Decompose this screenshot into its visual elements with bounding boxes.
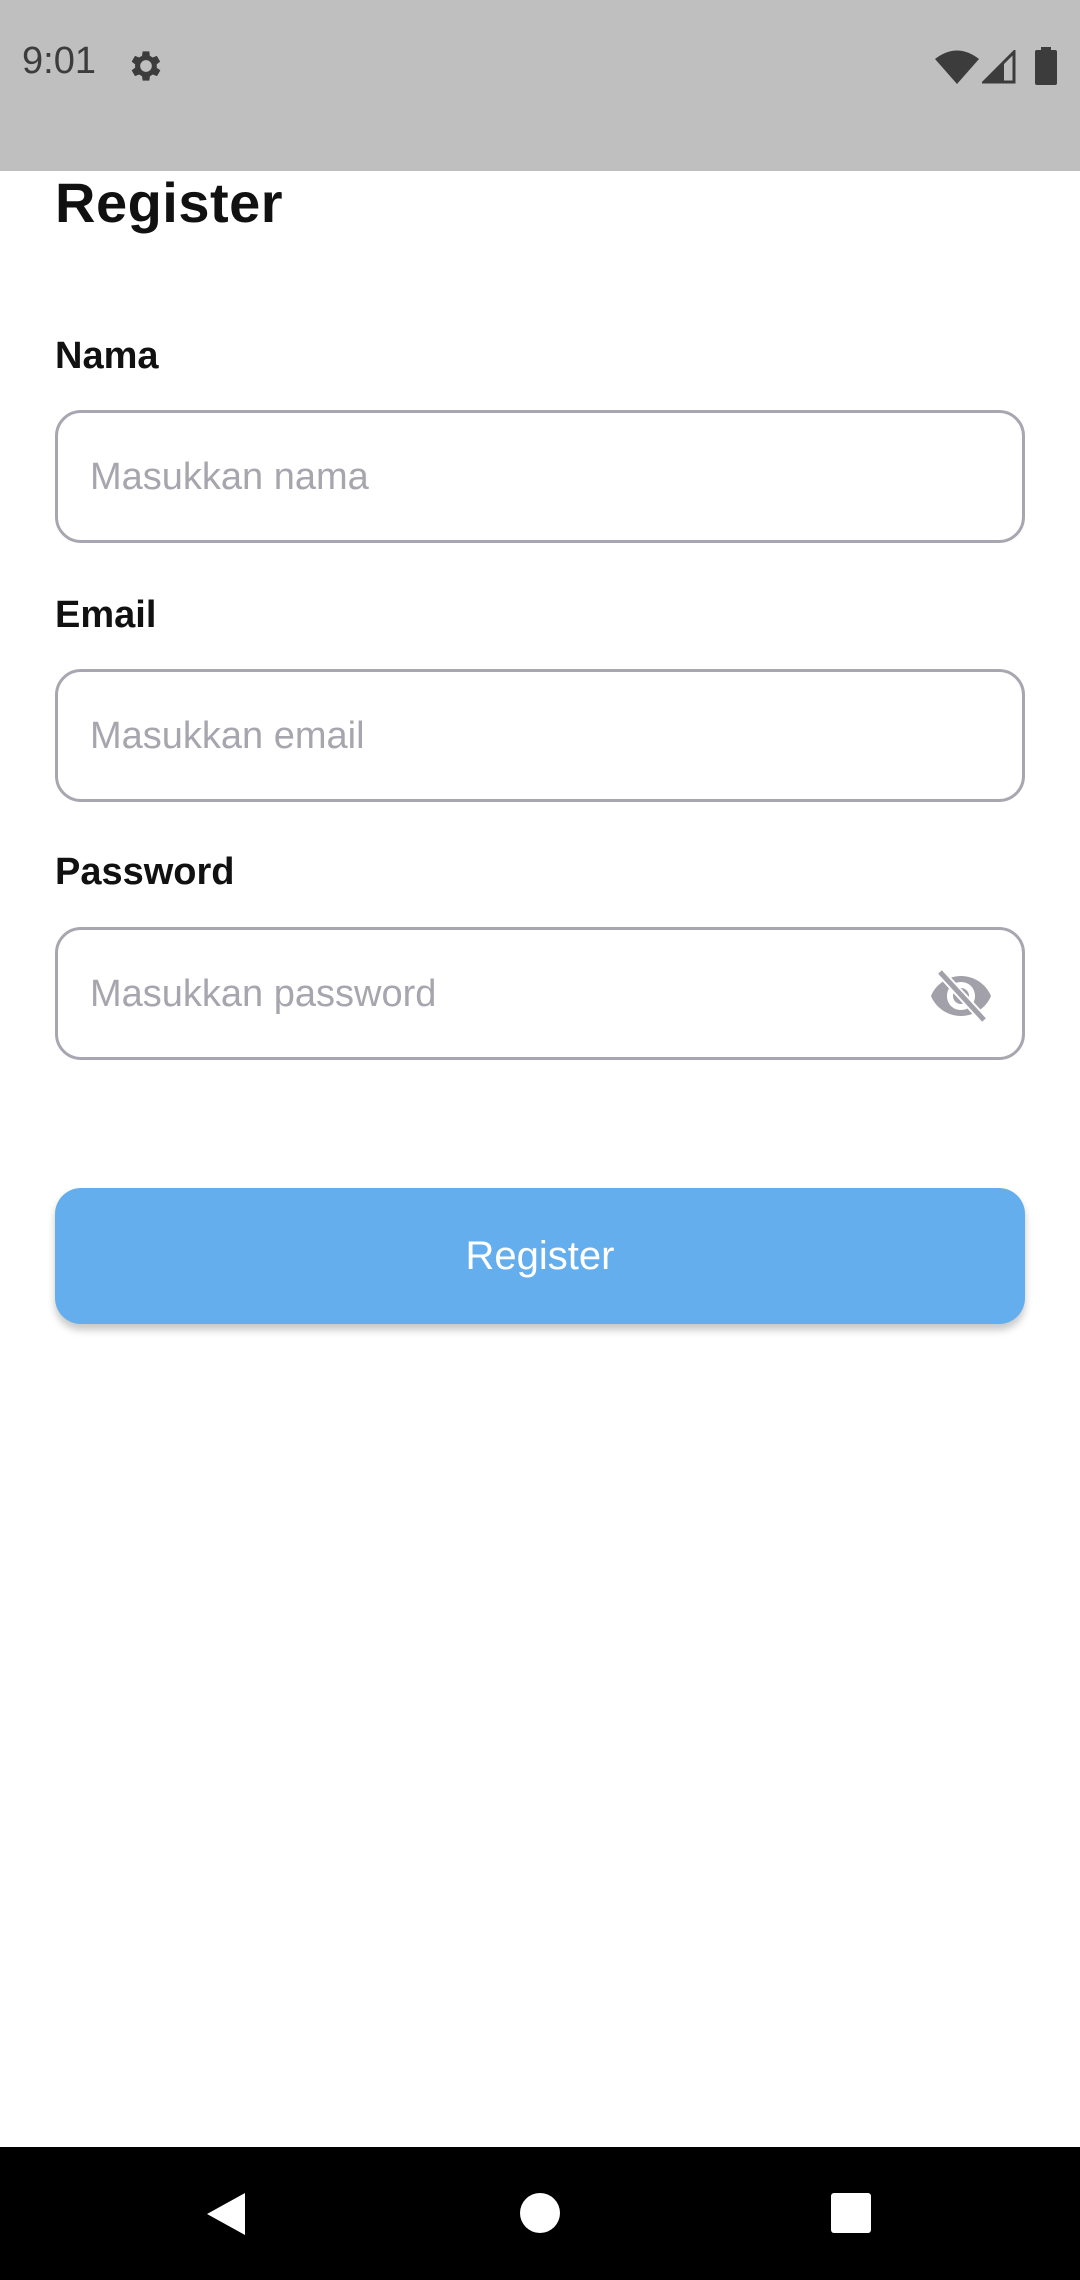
name-field[interactable] xyxy=(55,410,1025,543)
cell-signal-icon xyxy=(982,50,1016,84)
battery-icon xyxy=(1035,47,1057,85)
wifi-icon xyxy=(935,50,979,84)
password-label: Password xyxy=(55,851,235,893)
recents-icon[interactable] xyxy=(830,2192,872,2234)
email-field[interactable] xyxy=(55,669,1025,802)
email-label: Email xyxy=(55,594,157,636)
status-time: 9:01 xyxy=(22,40,96,82)
eye-off-icon[interactable] xyxy=(930,968,992,1024)
email-input[interactable] xyxy=(88,672,952,801)
page-title: Register xyxy=(55,171,284,234)
gear-icon xyxy=(131,51,161,81)
name-label: Nama xyxy=(55,335,159,377)
status-bar: 9:01 xyxy=(0,0,1080,171)
password-field[interactable] xyxy=(55,927,1025,1060)
home-icon[interactable] xyxy=(519,2192,561,2234)
password-input[interactable] xyxy=(88,930,952,1059)
register-button[interactable]: Register xyxy=(55,1188,1025,1324)
back-icon[interactable] xyxy=(205,2191,247,2237)
name-input[interactable] xyxy=(88,413,952,542)
register-screen: 9:01 Register Nama Email Password xyxy=(0,0,1080,2280)
navigation-bar xyxy=(0,2147,1080,2280)
